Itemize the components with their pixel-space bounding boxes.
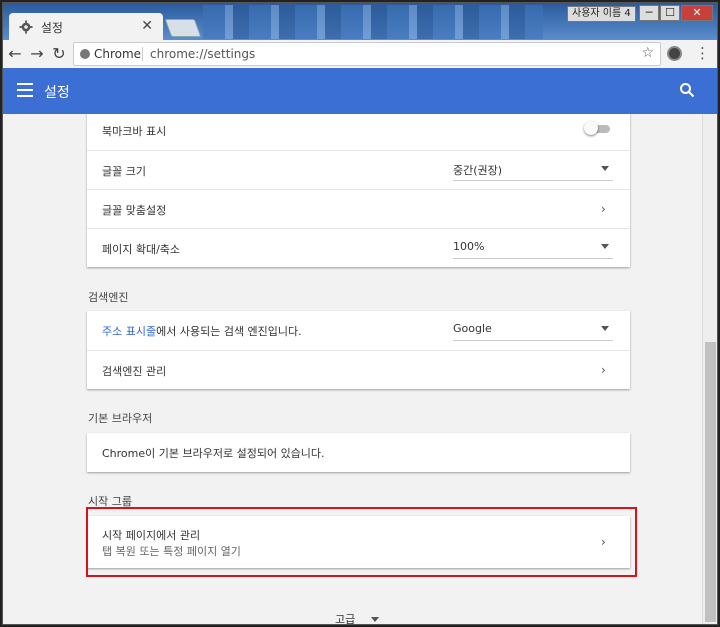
settings-header: 설정 (3, 68, 717, 114)
row-label: 검색엔진 관리 (102, 365, 167, 378)
tab-strip: 설정 ✕ 사용자 이름 4 ─ ☐ ✕ (3, 3, 717, 41)
security-chip[interactable]: Chrome (80, 47, 141, 61)
new-tab-button[interactable] (164, 19, 202, 37)
manage-search-engines-row[interactable]: 검색엔진 관리 › (87, 350, 630, 389)
profile-button[interactable]: 사용자 이름 4 (567, 6, 636, 22)
scrollbar-thumb[interactable] (705, 342, 716, 622)
page-zoom-select[interactable]: 100% (453, 240, 613, 259)
appearance-card: 북마크바 표시 글꼴 크기 중간(권장) 글꼴 맞춤설정 › 페이지 확대/축소 (87, 114, 630, 267)
section-title-default-browser: 기본 브라우저 (88, 412, 153, 425)
bookmark-star-icon[interactable]: ☆ (641, 45, 654, 61)
chip-divider (142, 47, 143, 61)
row-label: 주소 표시줄에서 사용되는 검색 엔진입니다. (102, 323, 302, 339)
hamburger-menu-icon[interactable] (17, 83, 33, 101)
minimize-button[interactable]: ─ (639, 5, 659, 21)
tab-settings[interactable]: 설정 ✕ (9, 13, 163, 41)
address-bar-link[interactable]: 주소 표시줄 (102, 325, 156, 338)
toolbar: ← → ↻ Chrome chrome://settings ☆ ⋮ (3, 40, 717, 68)
chevron-right-icon: › (601, 363, 606, 377)
search-icon[interactable] (679, 82, 695, 98)
page-zoom-row: 페이지 확대/축소 100% (87, 228, 630, 267)
select-value: 100% (453, 240, 485, 253)
maximize-button[interactable]: ☐ (660, 5, 680, 21)
font-size-select[interactable]: 중간(권장) (453, 162, 613, 181)
row-label: 북마크바 표시 (102, 125, 167, 138)
tab-title: 설정 (40, 21, 63, 35)
back-arrow-icon[interactable]: ← (5, 44, 25, 64)
font-size-row: 글꼴 크기 중간(권장) (87, 150, 630, 189)
url-text[interactable]: chrome://settings (150, 47, 255, 61)
chip-label: Chrome (94, 47, 142, 61)
select-value: 중간(권장) (453, 164, 503, 177)
forward-arrow-icon[interactable]: → (27, 44, 47, 64)
browser-window: 설정 ✕ 사용자 이름 4 ─ ☐ ✕ ← → ↻ Chrome chrome:… (2, 2, 718, 625)
more-menu-icon[interactable]: ⋮ (695, 44, 710, 62)
page-title: 설정 (44, 85, 70, 101)
extension-icon[interactable] (667, 46, 682, 61)
row-label: Chrome이 기본 브라우저로 설정되어 있습니다. (102, 447, 325, 460)
chevron-right-icon: › (601, 202, 606, 216)
scrollbar[interactable] (702, 114, 717, 624)
reload-icon[interactable]: ↻ (49, 44, 69, 64)
dropdown-arrow-icon (601, 244, 609, 249)
bookmarks-bar-toggle[interactable] (584, 121, 612, 135)
advanced-label: 고급 (335, 613, 356, 625)
row-label: 페이지 확대/축소 (102, 243, 181, 256)
search-engine-card: 주소 표시줄에서 사용되는 검색 엔진입니다. Google 검색엔진 관리 › (87, 311, 630, 389)
row-label-rest: 에서 사용되는 검색 엔진입니다. (156, 325, 302, 338)
row-label: 글꼴 맞춤설정 (102, 204, 167, 217)
highlight-box (86, 507, 637, 577)
customize-fonts-row[interactable]: 글꼴 맞춤설정 › (87, 189, 630, 228)
address-bar[interactable]: Chrome chrome://settings ☆ (73, 42, 661, 66)
search-engine-select[interactable]: Google (453, 322, 613, 341)
search-engine-row: 주소 표시줄에서 사용되는 검색 엔진입니다. Google (87, 311, 630, 350)
select-value: Google (453, 322, 492, 335)
window-close-button[interactable]: ✕ (681, 5, 713, 21)
desktop-background (203, 5, 543, 39)
gear-icon (19, 20, 33, 34)
default-browser-card: Chrome이 기본 브라우저로 설정되어 있습니다. (87, 433, 630, 472)
tab-close-icon[interactable]: ✕ (141, 18, 153, 34)
dropdown-arrow-icon (601, 166, 609, 171)
dropdown-arrow-icon (371, 617, 380, 622)
chrome-icon (80, 49, 90, 59)
show-bookmarks-bar-row[interactable]: 북마크바 표시 (87, 114, 630, 150)
advanced-toggle[interactable]: 고급 (335, 611, 380, 625)
row-label: 글꼴 크기 (102, 165, 146, 178)
section-title-search-engine: 검색엔진 (88, 291, 129, 304)
dropdown-arrow-icon (601, 326, 609, 331)
default-browser-row: Chrome이 기본 브라우저로 설정되어 있습니다. (87, 433, 630, 472)
